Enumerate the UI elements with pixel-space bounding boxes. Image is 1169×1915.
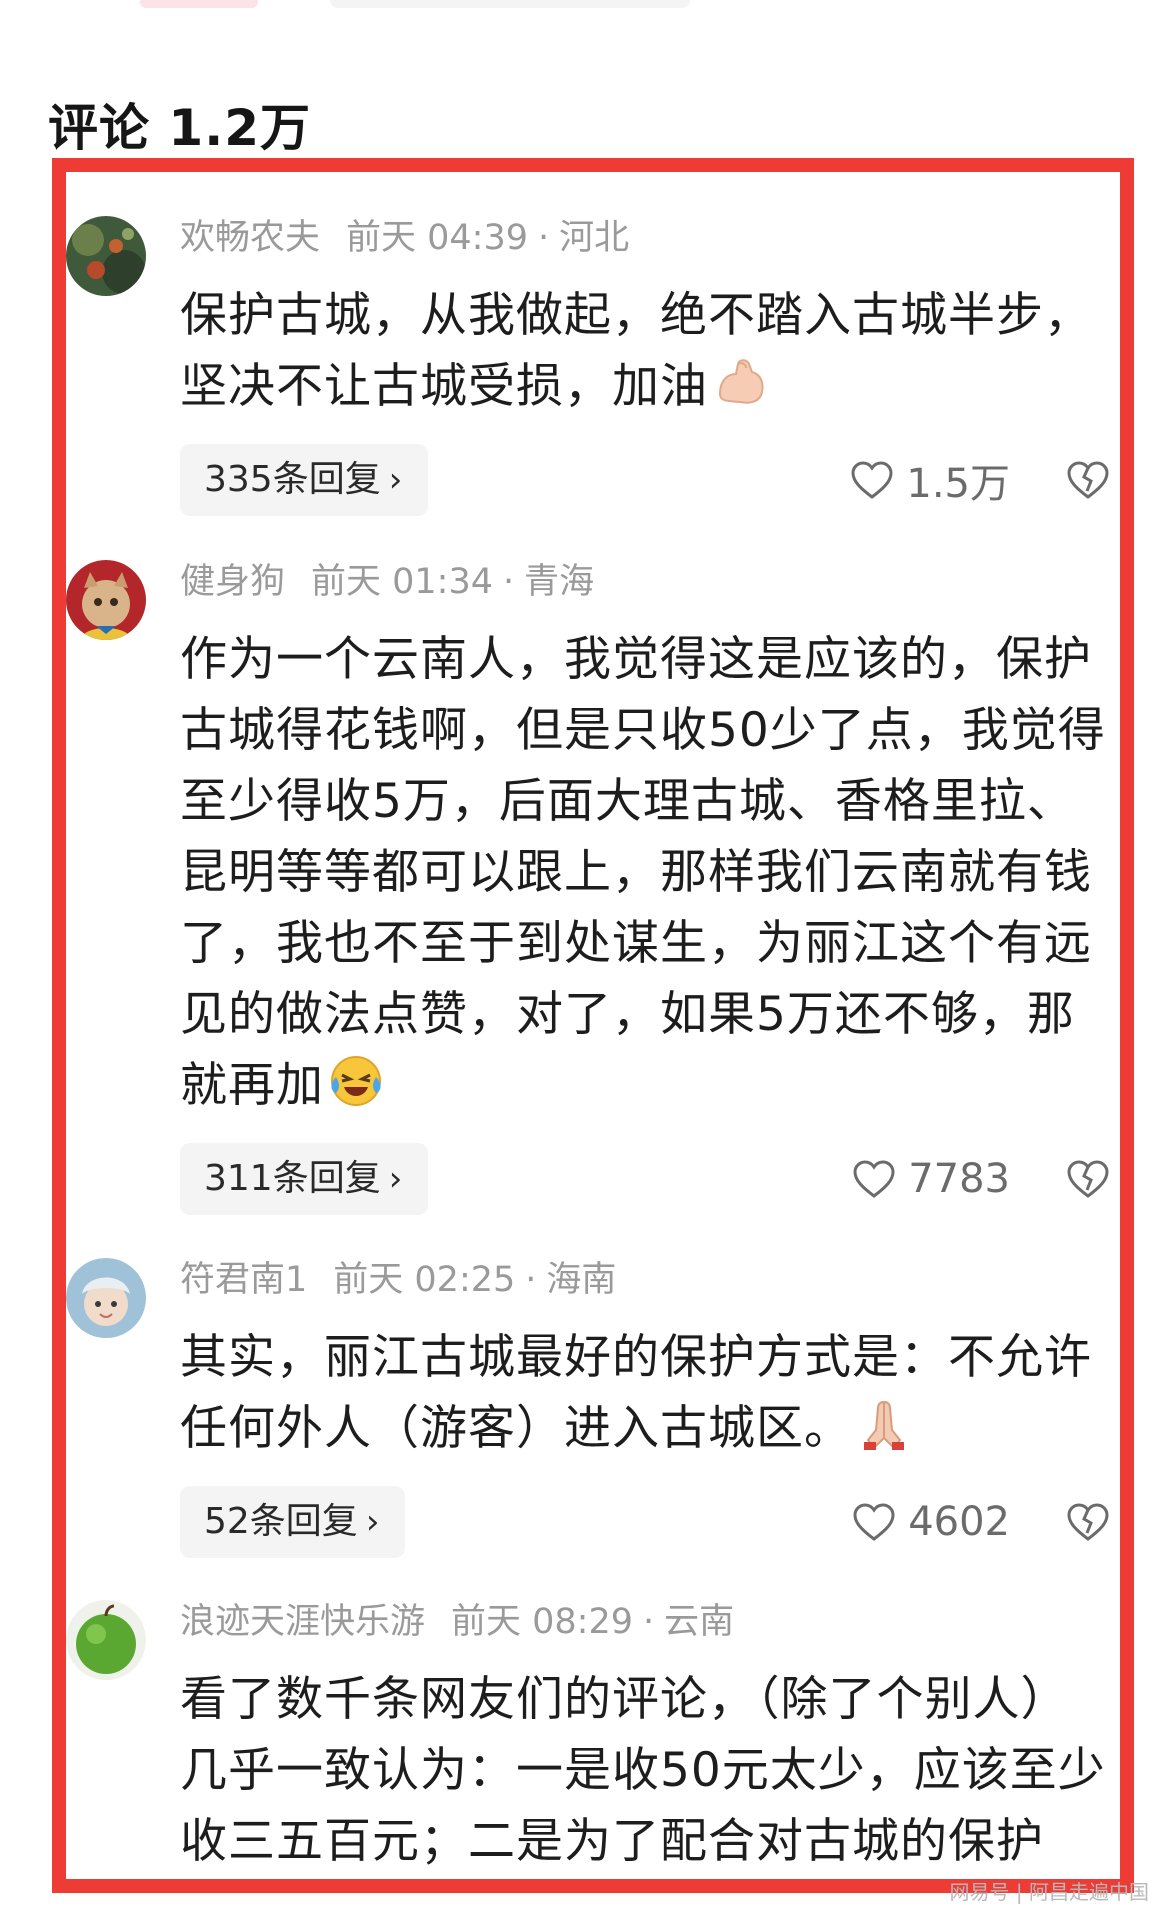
chevron-right-icon: › [388,460,403,500]
view-replies-button[interactable]: 311条回复 › [180,1143,429,1215]
comment-text: 其实，丽江古城最好的保护方式是：不允许任何外人（游客）进入古城区。 [180,1322,1110,1464]
comment-location: 云南 [664,1602,735,1642]
replies-count: 335条回复 [204,459,381,500]
meta-separator: · [643,1602,655,1642]
comment-text-body: 看了数千条网友们的评论，（除了个别人）几乎一致认为：一是收50元太少，应该至少收… [180,1672,1106,1869]
comment-text: 看了数千条网友们的评论，（除了个别人）几乎一致认为：一是收50元太少，应该至少收… [180,1664,1110,1877]
avatar[interactable] [66,216,146,296]
comment-actions: 311条回复 › 7783 [180,1143,1110,1215]
meta-separator: · [503,562,515,602]
comment-username[interactable]: 浪迹天涯快乐游 [180,1602,425,1642]
flexed-biceps-icon [712,354,768,410]
avatar[interactable] [66,560,146,640]
meta-separator: · [538,218,550,258]
watermark: 网易号 | 阿昌走遍中国 [949,1880,1149,1904]
comment-username[interactable]: 欢畅农夫 [180,218,320,258]
comment-actions: 335条回复 › 1.5万 [180,444,1110,516]
top-tab-remnant [140,0,258,8]
heart-icon [852,1502,896,1542]
chevron-right-icon: › [388,1159,403,1199]
comment-text: 保护古城，从我做起，绝不踏入古城半步，坚决不让古城受损，加油 [180,280,1110,422]
like-button[interactable]: 4602 [852,1486,1010,1558]
view-replies-button[interactable]: 335条回复 › [180,444,429,516]
folded-hands-icon [856,1396,912,1452]
comment-meta: 欢畅农夫 前天 04:39 · 河北 [180,216,1110,260]
like-button[interactable]: 1.5万 [850,444,1010,516]
avatar[interactable] [66,1258,146,1338]
broken-heart-icon[interactable] [1066,459,1110,501]
comment-time: 前天 04:39 [346,218,529,258]
comment-text-body: 保护古城，从我做起，绝不踏入古城半步，坚决不让古城受损，加油 [180,288,1092,414]
comment-username[interactable]: 符君南1 [180,1260,307,1300]
heart-icon [852,1159,896,1199]
comment-time: 前天 02:25 [333,1260,516,1300]
like-count: 4602 [908,1499,1010,1545]
avatar[interactable] [66,1600,146,1680]
comment-text-body: 作为一个云南人，我觉得这是应该的，保护古城得花钱啊，但是只收50少了点，我觉得至… [180,632,1106,1113]
like-button[interactable]: 7783 [852,1143,1010,1215]
comments-page: 评论 1.2万 欢畅农夫 前天 04:39 · 河北 保护古城，从我做起，绝不踏入古城… [0,0,1169,1915]
like-count: 7783 [908,1156,1010,1202]
replies-count: 311条回复 [204,1158,381,1199]
comment-username[interactable]: 健身狗 [180,562,285,602]
comment-location: 海南 [546,1260,617,1300]
comment-meta: 浪迹天涯快乐游 前天 08:29 · 云南 [180,1600,1110,1644]
replies-count: 52条回复 [204,1501,358,1542]
comment-actions: 52条回复 › 4602 [180,1486,1110,1558]
laughing-crying-face-icon [328,1053,384,1109]
chevron-right-icon: › [365,1502,380,1542]
top-search-remnant [330,0,690,8]
comment-meta: 健身狗 前天 01:34 · 青海 [180,560,1110,604]
broken-heart-icon[interactable] [1066,1501,1110,1543]
comments-count-title: 评论 1.2万 [48,99,311,157]
comment-time: 前天 01:34 [311,562,494,602]
comment-text-body: 其实，丽江古城最好的保护方式是：不允许任何外人（游客）进入古城区。 [180,1330,1092,1456]
comment-location: 青海 [524,562,595,602]
comment-location: 河北 [559,218,630,258]
comment-text: 作为一个云南人，我觉得这是应该的，保护古城得花钱啊，但是只收50少了点，我觉得至… [180,624,1110,1121]
view-replies-button[interactable]: 52条回复 › [180,1486,406,1558]
comment-meta: 符君南1 前天 02:25 · 海南 [180,1258,1110,1302]
like-count: 1.5万 [906,461,1010,507]
heart-icon [850,460,894,500]
comment-time: 前天 08:29 [451,1602,634,1642]
meta-separator: · [525,1260,537,1300]
broken-heart-icon[interactable] [1066,1158,1110,1200]
